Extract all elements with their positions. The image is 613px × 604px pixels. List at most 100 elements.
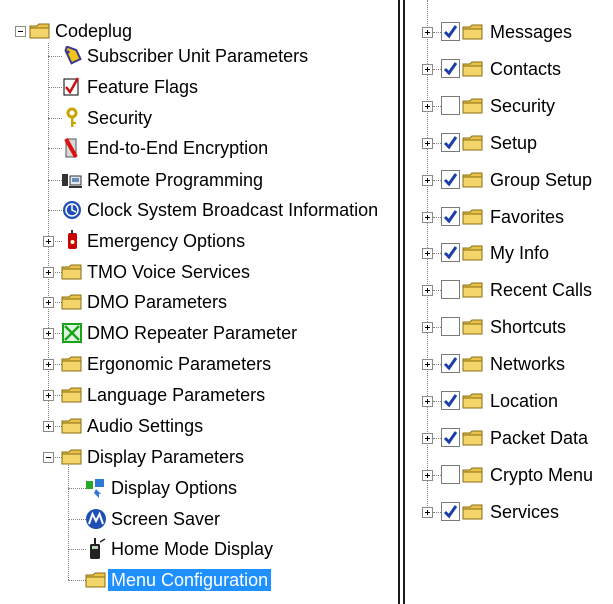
menu-configuration-tree[interactable]: Messages Contacts Security Setup Group Setup… [407, 0, 613, 604]
menu-item-messages[interactable]: Messages [487, 19, 575, 45]
menu-item-favorites[interactable]: Favorites [487, 204, 567, 230]
folder-icon [461, 353, 485, 375]
display-parameters-expand-toggle[interactable] [43, 452, 54, 463]
tree-item-label: Codeplug [55, 21, 133, 41]
globe-clock-icon [60, 199, 84, 221]
tree-item-language-parameters[interactable]: Language Parameters [84, 382, 268, 408]
tree-item-label: Subscriber Unit Parameters [87, 46, 309, 66]
menu-item-shortcuts[interactable]: Shortcuts [487, 314, 569, 340]
shortcuts-checkbox[interactable] [441, 317, 460, 336]
tree-item-remote-programming[interactable]: Remote Programming [84, 167, 266, 193]
setup-expand-toggle[interactable] [422, 138, 433, 149]
folder-icon [461, 464, 485, 486]
packet-data-expand-toggle[interactable] [422, 433, 433, 444]
menu-item-label: Group Setup [490, 170, 593, 190]
tree-connector [433, 106, 441, 107]
tree-item-home-mode-display[interactable]: Home Mode Display [108, 536, 276, 562]
contacts-checkbox[interactable] [441, 59, 460, 78]
tree-item-subscriber-unit-parameters[interactable]: Subscriber Unit Parameters [84, 43, 311, 69]
tree-item-menu-configuration[interactable]: Menu Configuration [108, 567, 272, 593]
tree-item-label: End-to-End Encryption [87, 138, 269, 158]
menu-item-group-setup[interactable]: Group Setup [487, 167, 595, 193]
menu-item-networks[interactable]: Networks [487, 351, 568, 377]
tree-connector [433, 253, 441, 254]
codeplug-tree[interactable]: Codeplug Subscriber Unit Parameters Featur… [0, 0, 396, 604]
group-setup-expand-toggle[interactable] [422, 175, 433, 186]
tree-item-screen-saver[interactable]: Screen Saver [108, 506, 223, 532]
tree-item-feature-flags[interactable]: Feature Flags [84, 74, 201, 100]
tree-item-tmo-voice-services[interactable]: TMO Voice Services [84, 259, 253, 285]
networks-expand-toggle[interactable] [422, 359, 433, 370]
security-expand-toggle[interactable] [422, 101, 433, 112]
tree-item-label: Display Parameters [87, 447, 245, 467]
pane-splitter[interactable] [396, 0, 407, 604]
menu-item-security[interactable]: Security [487, 93, 558, 119]
emergency-radio-icon [60, 230, 84, 252]
tree-item-display-options[interactable]: Display Options [108, 475, 240, 501]
messages-checkbox[interactable] [441, 22, 460, 41]
setup-checkbox[interactable] [441, 133, 460, 152]
menu-item-my-info[interactable]: My Info [487, 240, 552, 266]
crypto-menu-checkbox[interactable] [441, 465, 460, 484]
ergonomic-parameters-expand-toggle[interactable] [43, 359, 54, 370]
location-expand-toggle[interactable] [422, 396, 433, 407]
services-checkbox[interactable] [441, 502, 460, 521]
tree-item-security[interactable]: Security [84, 105, 155, 131]
encryption-icon [60, 137, 84, 159]
tmo-voice-services-expand-toggle[interactable] [43, 267, 54, 278]
location-checkbox[interactable] [441, 391, 460, 410]
crypto-menu-expand-toggle[interactable] [422, 470, 433, 481]
tree-item-display-parameters[interactable]: Display Parameters [84, 444, 247, 470]
menu-item-packet-data[interactable]: Packet Data [487, 425, 591, 451]
contacts-expand-toggle[interactable] [422, 64, 433, 75]
security-checkbox[interactable] [441, 96, 460, 115]
packet-data-checkbox[interactable] [441, 428, 460, 447]
services-expand-toggle[interactable] [422, 507, 433, 518]
menu-item-location[interactable]: Location [487, 388, 561, 414]
tree-connector [433, 290, 441, 291]
tree-item-dmo-parameters[interactable]: DMO Parameters [84, 289, 230, 315]
codeplug-collapse-toggle[interactable] [15, 26, 26, 37]
shortcuts-expand-toggle[interactable] [422, 322, 433, 333]
favorites-checkbox[interactable] [441, 207, 460, 226]
tree-item-dmo-repeater-parameter[interactable]: DMO Repeater Parameter [84, 320, 300, 346]
dmo-repeater-parameter-expand-toggle[interactable] [43, 328, 54, 339]
tree-item-codeplug[interactable]: Codeplug [52, 18, 135, 44]
tree-item-ergonomic-parameters[interactable]: Ergonomic Parameters [84, 351, 274, 377]
menu-item-contacts[interactable]: Contacts [487, 56, 564, 82]
my-info-checkbox[interactable] [441, 243, 460, 262]
language-parameters-expand-toggle[interactable] [43, 390, 54, 401]
dmo-parameters-expand-toggle[interactable] [43, 297, 54, 308]
tree-connector [433, 512, 441, 513]
folder-icon [461, 169, 485, 191]
tree-item-label: Remote Programming [87, 170, 264, 190]
folder-icon [461, 501, 485, 523]
tree-item-label: Ergonomic Parameters [87, 354, 272, 374]
menu-item-recent-calls[interactable]: Recent Calls [487, 277, 595, 303]
tree-item-end-to-end-encryption[interactable]: End-to-End Encryption [84, 135, 271, 161]
emergency-options-expand-toggle[interactable] [43, 236, 54, 247]
menu-item-label: Networks [490, 354, 566, 374]
recent-calls-expand-toggle[interactable] [422, 285, 433, 296]
tree-item-audio-settings[interactable]: Audio Settings [84, 413, 206, 439]
folder-icon [461, 279, 485, 301]
menu-item-crypto-menu[interactable]: Crypto Menu [487, 462, 596, 488]
group-setup-checkbox[interactable] [441, 170, 460, 189]
tree-item-emergency-options[interactable]: Emergency Options [84, 228, 248, 254]
remote-programming-icon [60, 169, 84, 191]
audio-settings-expand-toggle[interactable] [43, 421, 54, 432]
menu-item-label: Services [490, 502, 560, 522]
messages-expand-toggle[interactable] [422, 27, 433, 38]
menu-item-label: Shortcuts [490, 317, 567, 337]
recent-calls-checkbox[interactable] [441, 280, 460, 299]
tree-item-clock-system-broadcast-information[interactable]: Clock System Broadcast Information [84, 197, 381, 223]
menu-item-setup[interactable]: Setup [487, 130, 540, 156]
menu-item-services[interactable]: Services [487, 499, 562, 525]
tree-item-label: Feature Flags [87, 77, 199, 97]
my-info-expand-toggle[interactable] [422, 248, 433, 259]
folder-icon [84, 569, 108, 591]
display-options-icon [84, 477, 108, 499]
favorites-expand-toggle[interactable] [422, 212, 433, 223]
networks-checkbox[interactable] [441, 354, 460, 373]
tree-connector [433, 364, 441, 365]
